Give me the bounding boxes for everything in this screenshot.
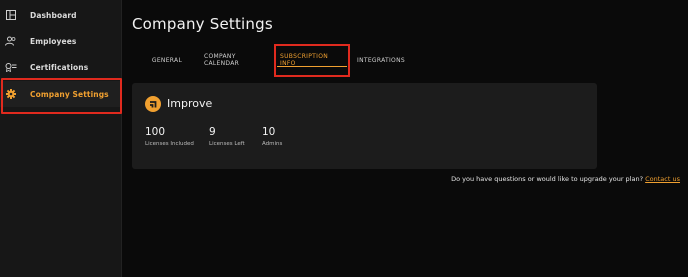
tab-general[interactable]: GENERAL [146,50,188,70]
users-icon [5,35,17,47]
highlight-frame [1,78,122,114]
stat-value: 100 [145,126,166,138]
sidebar-item-label: Certifications [30,62,89,72]
plan-name: Improve [167,97,213,110]
upgrade-question: Do you have questions or would like to u… [451,175,644,183]
stat-licenses-left: 9 Licenses Left [209,126,245,147]
stat-caption: Licenses Left [209,141,245,147]
main-content: Company Settings GENERAL COMPANY CALENDA… [122,0,688,277]
sidebar-item-label: Employees [30,36,77,46]
sidebar: Dashboard Employees Certifications Compa… [0,0,122,277]
sidebar-item-label: Dashboard [30,10,77,20]
stat-caption: Admins [262,141,283,147]
contact-us-link[interactable]: Contact us [645,175,680,183]
stat-caption: Licenses Included [145,141,194,147]
stat-value: 9 [209,126,216,138]
page-title: Company Settings [132,15,273,33]
upgrade-prompt: Do you have questions or would like to u… [451,175,680,183]
tab-company-calendar[interactable]: COMPANY CALENDAR [204,50,270,70]
tab-integrations[interactable]: INTEGRATIONS [356,50,406,70]
sidebar-item-dashboard[interactable]: Dashboard [0,2,122,28]
sidebar-item-certifications[interactable]: Certifications [0,54,122,80]
highlight-frame [274,44,350,77]
certificate-icon [5,61,17,73]
subscription-card: Improve 100 Licenses Included 9 Licenses… [132,83,597,169]
tab-bar: GENERAL COMPANY CALENDAR SUBSCRIPTION IN… [122,50,688,70]
stat-admins: 10 Admins [262,126,282,147]
dashboard-icon [5,9,17,21]
stat-value: 10 [262,126,276,138]
sidebar-item-employees[interactable]: Employees [0,28,122,54]
plan-logo-icon [145,96,161,112]
stat-licenses-included: 100 Licenses Included [145,126,194,147]
